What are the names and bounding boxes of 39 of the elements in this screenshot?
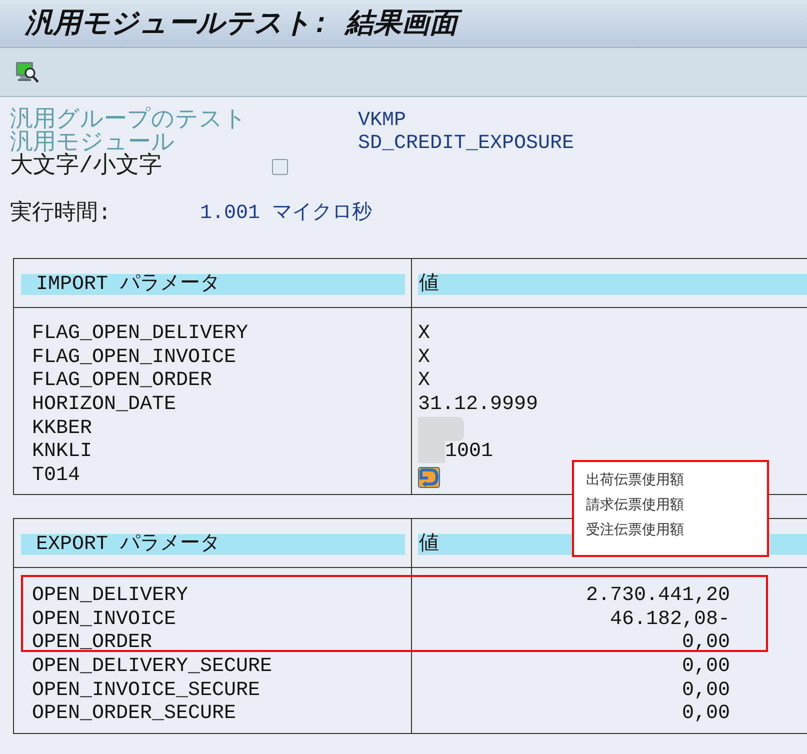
parameter-name: HORIZON_DATE (32, 392, 176, 418)
parameter-name: OPEN_DELIVERY (32, 582, 188, 609)
parameter-value: 46.182,08- (610, 606, 730, 632)
runtime-value: 1.001 マイクロ秒 (200, 202, 374, 225)
parameter-value: 0,00 (682, 654, 730, 680)
parameter-name: OPEN_INVOICE_SECURE (32, 678, 260, 704)
parameter-value: X (418, 321, 430, 347)
parameter-name: T014 (32, 463, 80, 490)
curved-arrow-icon[interactable] (418, 466, 440, 488)
parameter-name: OPEN_ORDER_SECURE (32, 701, 236, 728)
parameter-value: 0,00 (682, 701, 730, 728)
field-label: 大文字/小文字 (10, 155, 163, 178)
parameter-name: FLAG_OPEN_ORDER (32, 368, 212, 394)
parameter-value: X (418, 368, 430, 394)
field-label: 汎用グループのテスト (10, 109, 248, 132)
field-value: SD_CREDIT_EXPOSURE (358, 132, 576, 155)
checkbox[interactable] (272, 158, 288, 174)
parameter-name: FLAG_OPEN_DELIVERY (32, 321, 248, 347)
runtime-label: 実行時間: (10, 202, 112, 225)
parameter-name: OPEN_DELIVERY_SECURE (32, 654, 272, 680)
parameter-name: KKBER (32, 416, 92, 442)
monitor-magnifier-icon[interactable] (15, 60, 39, 84)
parameter-name: KNKLI (32, 439, 92, 466)
parameter-name: FLAG_OPEN_INVOICE (32, 344, 236, 371)
parameter-value: 1001 (445, 439, 494, 466)
parameter-value: 2.730.441,20 (586, 582, 730, 609)
callout-text: 請求伝票使用額 (586, 496, 685, 515)
column-header: EXPORT パラメータ (21, 534, 405, 555)
parameter-value: 0,00 (682, 678, 730, 704)
column-header: 値 (418, 274, 807, 295)
column-header: IMPORT パラメータ (21, 274, 405, 295)
callout-text: 出荷伝票使用額 (586, 471, 685, 490)
parameter-name: OPEN_ORDER (32, 630, 152, 656)
parameter-value: X (418, 344, 430, 371)
parameter-name: OPEN_INVOICE (32, 606, 176, 632)
parameter-value: 0,00 (682, 630, 730, 656)
field-value: VKMP (358, 109, 408, 132)
window-title: 汎用モジュールテスト: 結果画面 (25, 6, 466, 46)
parameter-value: 31.12.9999 (418, 392, 538, 418)
